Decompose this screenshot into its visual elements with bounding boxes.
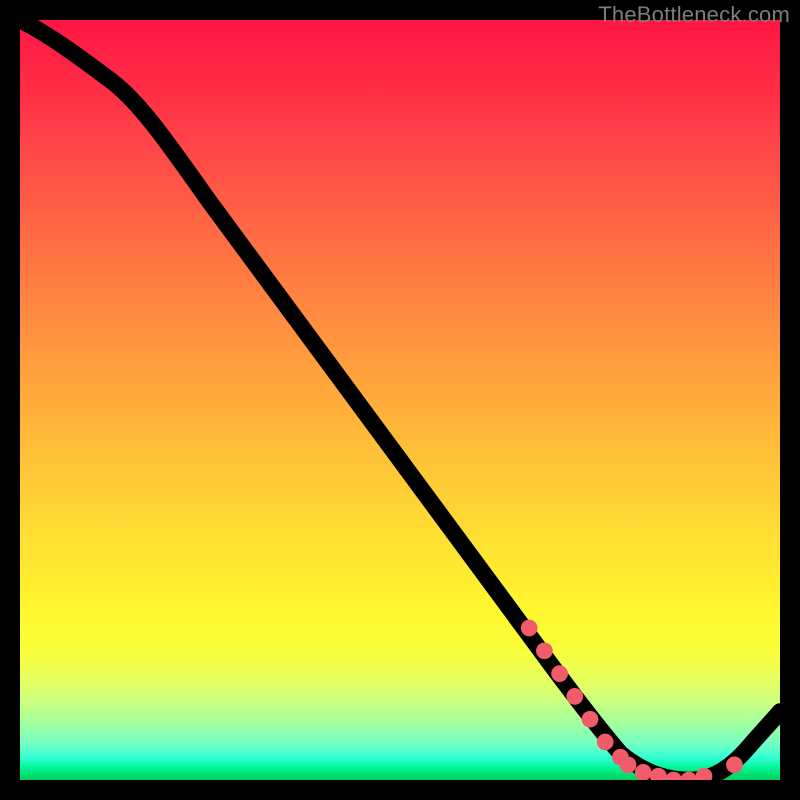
marker-dot bbox=[620, 756, 637, 773]
marker-dot bbox=[582, 711, 599, 728]
watermark-text: TheBottleneck.com bbox=[598, 2, 790, 28]
marker-dot bbox=[536, 642, 553, 659]
chart-stage: TheBottleneck.com bbox=[0, 0, 800, 800]
plot-area bbox=[20, 20, 780, 780]
curve-layer bbox=[20, 20, 780, 780]
marker-dot bbox=[597, 734, 614, 751]
marker-dot bbox=[566, 688, 583, 705]
marker-dot bbox=[635, 764, 652, 780]
bottleneck-curve bbox=[20, 20, 780, 780]
marker-dot bbox=[521, 620, 538, 637]
marker-dot bbox=[551, 665, 568, 682]
marker-dot bbox=[726, 756, 743, 773]
